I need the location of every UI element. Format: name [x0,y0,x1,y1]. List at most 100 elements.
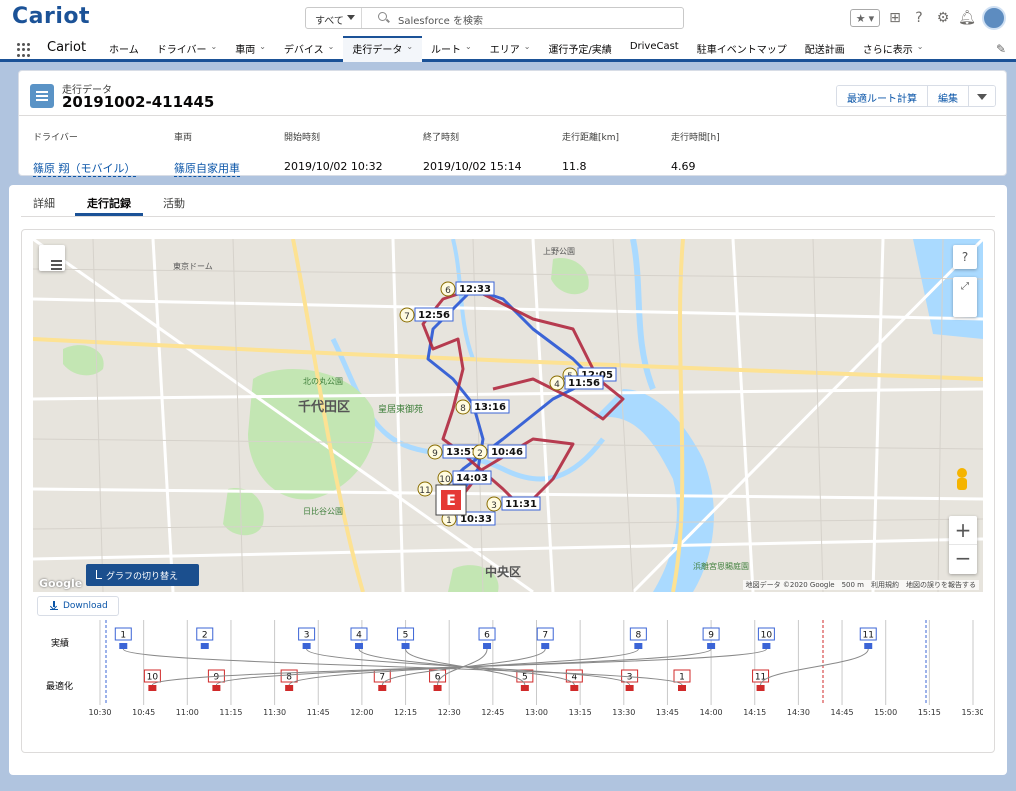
field-label: 車両 [174,133,193,143]
stop-connector [122,648,683,686]
gear-icon[interactable]: ⚙ [934,9,952,27]
nav-item-0[interactable]: ホーム [100,36,148,62]
x-tick-label: 13:45 [656,708,679,717]
tab-0[interactable]: 詳細 [21,185,67,216]
stop-bar [541,643,550,649]
chevron-down-icon[interactable]: ⌄ [259,42,266,62]
map-stop-2[interactable]: 2 10:46 [472,444,527,460]
nav-item-9[interactable]: 駐車イベントマップ [688,36,796,62]
cariot-logo[interactable]: Cariot [12,4,90,29]
x-tick-label: 11:30 [263,708,286,717]
stop-label: 1 [679,673,685,683]
map-stop-6[interactable]: 6 12:33 [440,281,495,297]
help-icon[interactable]: ? [910,9,928,27]
global-search[interactable]: すべて Salesforce を検索 [305,7,684,29]
download-button[interactable]: Download [37,596,119,616]
stop-label: 7 [379,673,385,683]
map-canvas: 千代田区 中央区 皇居東御苑 北の丸公園 日比谷公園 浜離宮恩賜庭園 東京ドーム… [33,239,983,592]
nav-item-label: DriveCast [629,41,679,52]
stop-bar [634,643,643,649]
map-stop-8[interactable]: 8 13:16 [455,399,510,415]
chevron-down-icon[interactable]: ⌄ [328,42,335,62]
graph-toggle-button[interactable]: グラフの切り替え [86,564,199,586]
timeline-svg: 10:30 10:45 11:00 11:15 11:30 11:45 12:00 12:15… [88,620,983,717]
zoom-in-button[interactable]: + [949,516,977,545]
field-value[interactable]: 篠原 翔（モバイル） [33,160,136,177]
x-tick-label: 14:30 [787,708,810,717]
stop-label: 10 [761,631,773,641]
x-tick-label: 13:00 [525,708,548,717]
map-credit[interactable]: 地図データ ©2020 Google 500 m 利用規約 地図の誤りを報告する [742,580,979,590]
chevron-down-icon[interactable]: ⌄ [211,42,218,62]
route-map[interactable]: 千代田区 中央区 皇居東御苑 北の丸公園 日比谷公園 浜離宮恩賜庭園 東京ドーム… [33,239,983,592]
pegman-icon[interactable] [951,467,973,497]
map-stop-10[interactable]: 10 14:03 [437,470,492,486]
record-type-icon [30,84,54,108]
stop-number: 1 [446,516,452,526]
stop-number: 4 [554,380,560,390]
map-stop-7[interactable]: 7 12:56 [399,307,454,323]
tab-2[interactable]: 活動 [151,185,197,216]
edit-button[interactable]: 編集 [928,86,969,106]
chevron-down-icon[interactable]: ⌄ [917,42,924,62]
stop-label: 7 [542,631,548,641]
stop-bar [520,685,529,691]
timeline-chart: 10:30 10:45 11:00 11:15 11:30 11:45 12:00 12:15… [33,615,983,730]
stop-bar [354,643,363,649]
stop-bar [864,643,873,649]
nav-item-10[interactable]: 配送計画 [796,36,854,62]
stop-bar [200,643,209,649]
favorites-button[interactable]: ★ ▾ [850,9,880,27]
stop-number: 9 [432,449,438,459]
end-marker[interactable]: E [446,493,456,509]
stop-bar [678,685,686,691]
app-launcher-icon[interactable] [17,43,31,57]
stop-bar [285,685,294,691]
zoom-out-button[interactable]: − [949,545,977,573]
nav-item-4[interactable]: 走行データ ⌄ [343,36,423,62]
map-stop-11[interactable]: 11 [417,481,433,497]
x-tick-label: 13:15 [569,708,592,717]
edit-nav-icon[interactable]: ✎ [996,42,1006,56]
field-5: 走行時間[h] 4.69 [671,130,720,173]
fullscreen-toggle[interactable]: ⤢ [953,277,977,317]
chevron-down-icon[interactable]: ⌄ [524,42,531,62]
tab-1[interactable]: 走行記録 [75,185,143,216]
stop-number: 11 [419,486,430,496]
search-input[interactable]: Salesforce を検索 [398,12,483,27]
x-tick-label: 15:15 [918,708,941,717]
map-stop-3[interactable]: 3 11:31 [486,496,541,512]
stop-number: 6 [445,286,451,296]
download-icon [50,601,58,610]
nav-item-8[interactable]: DriveCast [621,36,688,62]
field-value[interactable]: 篠原自家用車 [174,160,240,177]
field-label: 走行距離[km] [562,133,620,143]
more-actions-button[interactable] [969,86,995,106]
map-menu-button[interactable] [39,245,65,271]
avatar[interactable] [982,6,1006,30]
nav-item-7[interactable]: 運行予定/実績 [539,36,620,62]
optimize-route-button[interactable]: 最適ルート計算 [837,86,928,106]
field-value: 11.8 [562,160,587,173]
search-scope-select[interactable]: すべて [306,8,362,28]
nav-item-6[interactable]: エリア ⌄ [481,36,540,62]
map-help-button[interactable]: ? [953,245,977,269]
map-stop-4[interactable]: 4 11:56 [549,375,604,391]
chevron-down-icon[interactable]: ⌄ [406,42,413,62]
nav-item-3[interactable]: デバイス ⌄ [275,36,343,62]
chart-icon [96,570,102,579]
nav-item-2[interactable]: 車両 ⌄ [226,36,275,62]
app-nav: Cariot ホーム ドライバー ⌄ 車両 ⌄ デバイス ⌄ 走行データ ⌄ ルート ⌄ エリア ⌄ 運行… [0,36,1016,62]
record-name: 20191002-411445 [62,93,215,111]
global-add-icon[interactable]: ⊞ [886,9,904,27]
nav-item-5[interactable]: ルート ⌄ [422,36,481,62]
bell-icon[interactable]: 🔔︎ [958,9,976,27]
nav-item-label: ドライバー [156,45,207,56]
stop-label: 1 [120,631,126,641]
stop-bar [756,685,765,691]
nav-item-11[interactable]: さらに表示 ⌄ [854,36,933,62]
record-header: 走行データ 20191002-411445 最適ルート計算 編集 ドライバー 篠原… [18,70,1007,177]
nav-item-1[interactable]: ドライバー ⌄ [148,36,227,62]
stop-bar [707,643,716,649]
chevron-down-icon[interactable]: ⌄ [465,42,472,62]
